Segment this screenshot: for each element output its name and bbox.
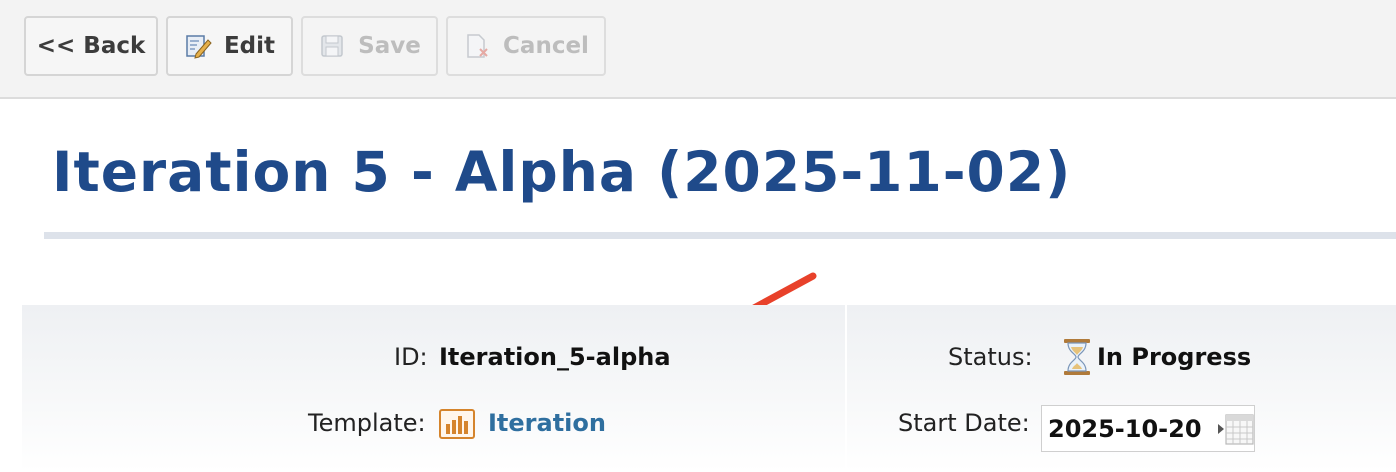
status-value: In Progress bbox=[1097, 343, 1252, 371]
start-date-label: Start Date: bbox=[898, 409, 1030, 437]
template-link[interactable]: Iteration bbox=[488, 409, 606, 437]
cancel-button-label: Cancel bbox=[503, 33, 589, 59]
template-label: Template: bbox=[308, 409, 426, 437]
pencil-document-icon bbox=[184, 32, 212, 60]
title-divider bbox=[44, 232, 1396, 239]
id-value: Iteration_5-alpha bbox=[439, 343, 671, 371]
save-button-label: Save bbox=[358, 33, 421, 59]
edit-button-label: Edit bbox=[223, 33, 276, 59]
document-x-icon bbox=[463, 32, 491, 60]
id-label: ID: bbox=[394, 343, 428, 371]
back-button[interactable]: << Back bbox=[24, 16, 158, 76]
details-panel-left bbox=[22, 305, 845, 472]
save-button[interactable]: Save bbox=[301, 16, 438, 76]
toolbar: << Back Edit Save Cancel bbox=[0, 0, 1396, 99]
start-date-field[interactable]: 2025-10-20 bbox=[1041, 405, 1255, 452]
bar-chart-icon bbox=[439, 409, 475, 439]
edit-button[interactable]: Edit bbox=[166, 16, 293, 76]
floppy-disk-icon bbox=[318, 32, 346, 60]
start-date-value: 2025-10-20 bbox=[1048, 415, 1202, 443]
page-title-text: Iteration 5 - Alpha bbox=[52, 140, 637, 204]
status-label: Status: bbox=[948, 343, 1033, 371]
hourglass-icon bbox=[1061, 338, 1093, 376]
calendar-icon[interactable] bbox=[1218, 412, 1254, 450]
cancel-button[interactable]: Cancel bbox=[446, 16, 606, 76]
page-title-date: (2025-11-02) bbox=[657, 140, 1072, 204]
back-button-label: << Back bbox=[36, 33, 146, 59]
page-title: Iteration 5 - Alpha (2025-11-02) bbox=[52, 140, 1071, 204]
